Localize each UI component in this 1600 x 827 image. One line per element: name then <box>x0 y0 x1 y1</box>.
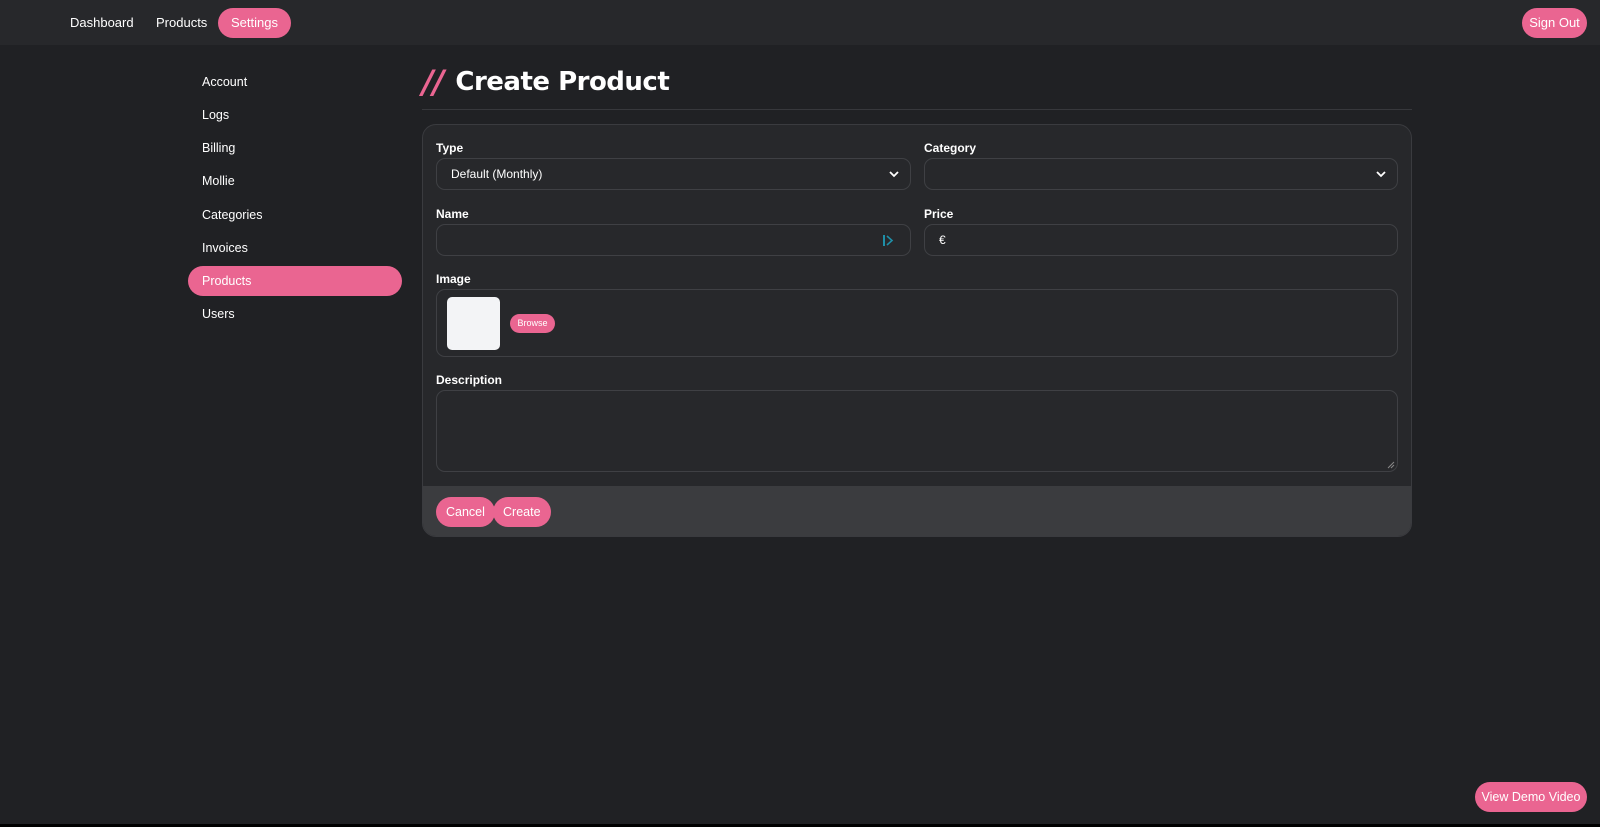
category-select[interactable] <box>924 158 1398 190</box>
browse-button[interactable]: Browse <box>510 314 555 333</box>
chevron-down-icon <box>1376 171 1386 178</box>
cancel-button[interactable]: Cancel <box>436 497 495 527</box>
description-label: Description <box>436 373 503 387</box>
sidebar-item-billing[interactable]: Billing <box>188 133 402 163</box>
euro-currency-symbol: € <box>939 233 946 247</box>
password-manager-icon[interactable] <box>882 234 894 247</box>
type-select[interactable]: Default (Monthly) <box>436 158 911 190</box>
image-preview <box>447 297 500 350</box>
nav-products[interactable]: Products <box>143 8 220 38</box>
view-demo-video-button[interactable]: View Demo Video <box>1475 782 1587 812</box>
sidebar-item-logs[interactable]: Logs <box>188 100 402 130</box>
price-label: Price <box>924 207 954 221</box>
page-title: Create Product <box>455 67 670 97</box>
description-textarea[interactable] <box>436 390 1398 472</box>
sidebar-item-account[interactable]: Account <box>188 67 402 97</box>
sign-out-button[interactable]: Sign Out <box>1522 8 1587 38</box>
image-upload-area: Browse <box>436 289 1398 357</box>
sidebar-item-mollie[interactable]: Mollie <box>188 166 402 196</box>
type-select-value: Default (Monthly) <box>451 167 543 181</box>
create-button[interactable]: Create <box>493 497 551 527</box>
sidebar-item-products[interactable]: Products <box>188 266 402 296</box>
name-input[interactable] <box>436 224 911 256</box>
sidebar-item-users[interactable]: Users <box>188 299 402 329</box>
nav-dashboard[interactable]: Dashboard <box>57 8 147 38</box>
category-label: Category <box>924 141 977 155</box>
name-label: Name <box>436 207 469 221</box>
form-footer: Cancel Create <box>423 486 1411 536</box>
nav-settings[interactable]: Settings <box>218 8 291 38</box>
create-product-form: Type Default (Monthly) Category Name Pri… <box>422 124 1412 537</box>
title-slashes: // <box>422 63 444 101</box>
top-navigation: Dashboard Products Settings Sign Out <box>0 0 1600 45</box>
page-header: // Create Product <box>422 63 670 101</box>
type-label: Type <box>436 141 464 155</box>
price-input[interactable]: € <box>924 224 1398 256</box>
chevron-down-icon <box>889 171 899 178</box>
resize-handle-icon[interactable] <box>1387 461 1395 469</box>
header-divider <box>422 109 1412 110</box>
sidebar-item-categories[interactable]: Categories <box>188 200 402 230</box>
image-label: Image <box>436 272 471 286</box>
sidebar-item-invoices[interactable]: Invoices <box>188 233 402 263</box>
